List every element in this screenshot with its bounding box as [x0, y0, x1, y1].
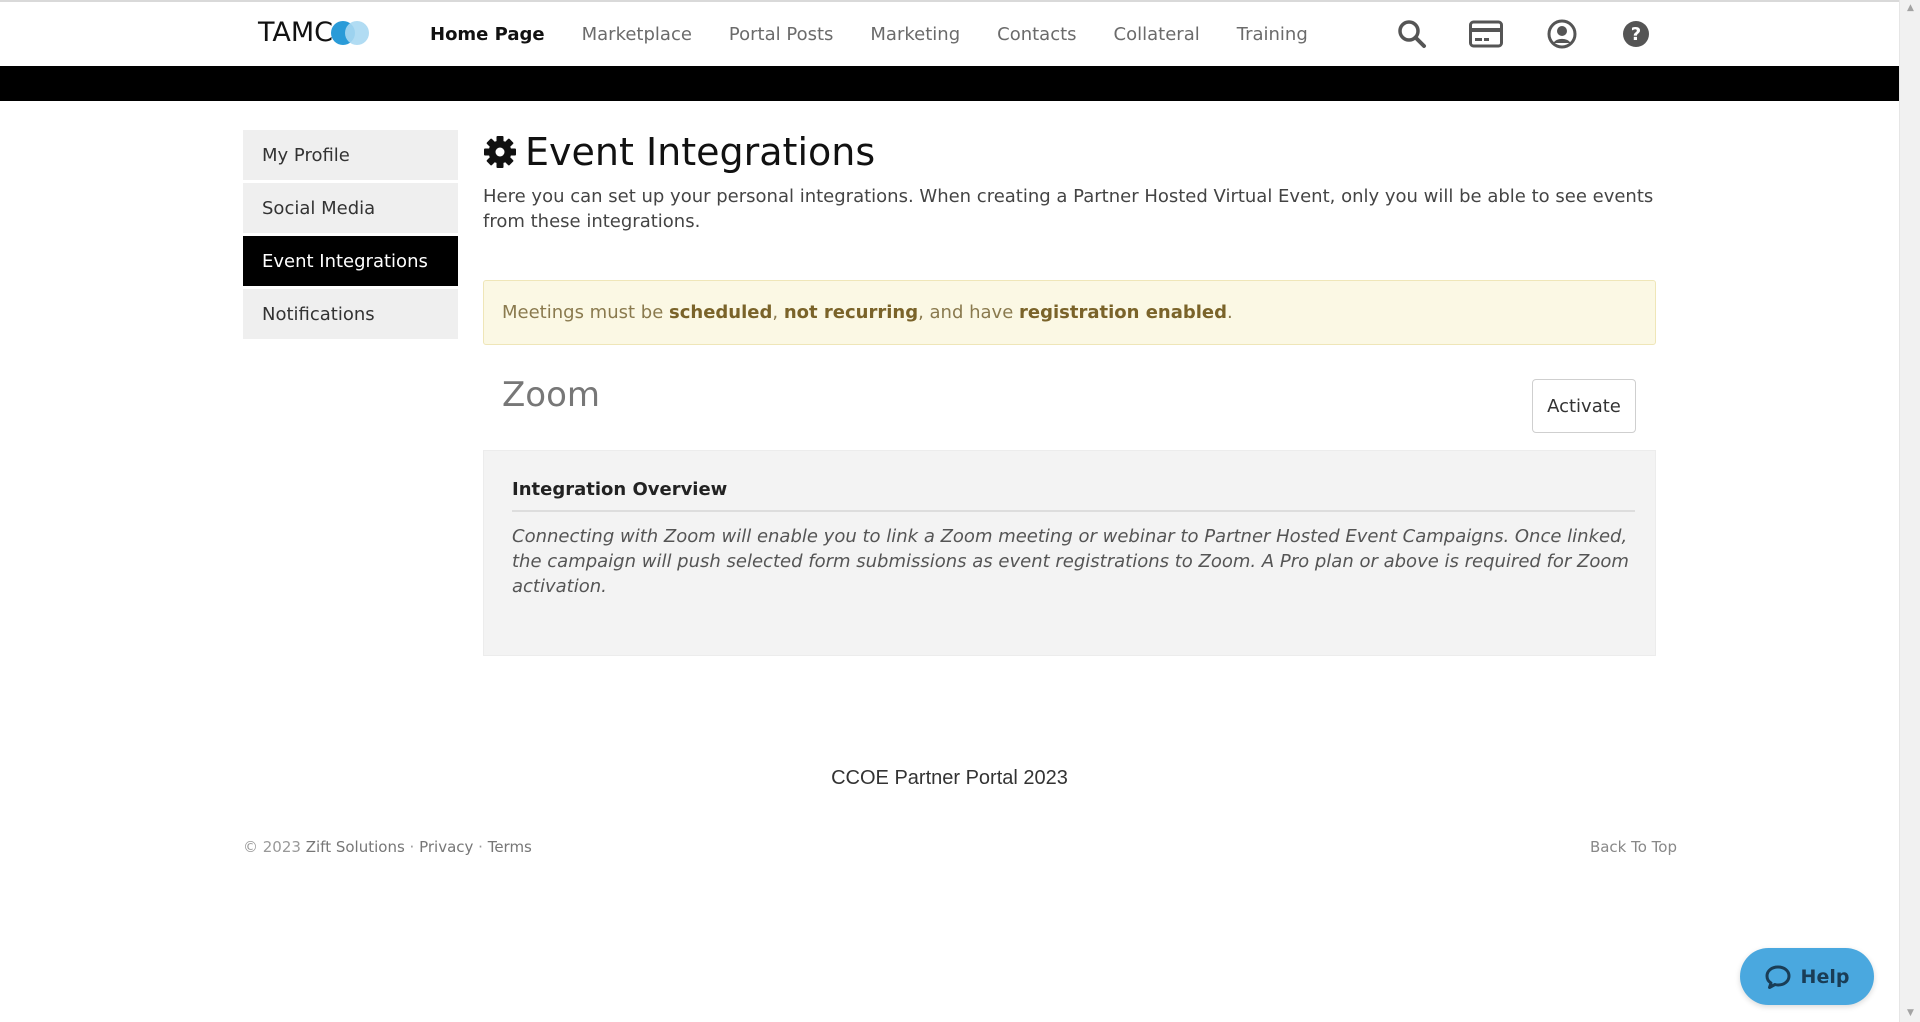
profile-sidebar: My Profile Social Media Event Integratio… — [243, 130, 458, 342]
nav-portal-posts[interactable]: Portal Posts — [729, 24, 833, 45]
footer-copyright: © 2023 Zift Solutions · Privacy · Terms — [243, 838, 532, 856]
user-icon[interactable] — [1545, 17, 1579, 51]
nav-marketplace[interactable]: Marketplace — [582, 24, 692, 45]
footer-separator: · — [404, 838, 420, 856]
sidebar-item-event-integrations[interactable]: Event Integrations — [243, 236, 458, 286]
nav-training[interactable]: Training — [1237, 24, 1308, 45]
nav-home-page[interactable]: Home Page — [430, 24, 545, 45]
company-link[interactable]: Zift Solutions — [306, 838, 405, 856]
header-black-bar — [0, 66, 1899, 101]
header-icons: ? — [1395, 2, 1653, 66]
requirements-alert: Meetings must be scheduled, not recurrin… — [483, 280, 1656, 345]
integration-name: Zoom — [502, 375, 601, 415]
vertical-scrollbar[interactable]: ▲ ▼ — [1899, 0, 1920, 1022]
privacy-link[interactable]: Privacy — [419, 838, 473, 856]
nav-marketing[interactable]: Marketing — [870, 24, 960, 45]
scroll-up-icon[interactable]: ▲ — [1900, 0, 1920, 17]
nav-collateral[interactable]: Collateral — [1114, 24, 1200, 45]
sidebar-item-my-profile[interactable]: My Profile — [243, 130, 458, 180]
main-nav: Home Page Marketplace Portal Posts Marke… — [430, 2, 1345, 66]
help-icon[interactable]: ? — [1619, 17, 1653, 51]
integration-header: Zoom Activate — [483, 345, 1656, 450]
credit-card-icon[interactable] — [1469, 17, 1503, 51]
brand-logo[interactable]: TAMC — [258, 12, 371, 52]
alert-text-sep: , — [772, 302, 784, 323]
page-title-row: Event Integrations — [483, 128, 1656, 176]
nav-contacts[interactable]: Contacts — [997, 24, 1076, 45]
top-navbar: TAMC Home Page Marketplace Portal Posts … — [0, 2, 1899, 66]
page-description: Here you can set up your personal integr… — [483, 186, 1654, 232]
footer-separator: · — [473, 838, 488, 856]
alert-bold-scheduled: scheduled — [669, 302, 773, 323]
help-label: Help — [1800, 965, 1850, 988]
copyright-text: © 2023 — [243, 838, 301, 856]
page-title: Event Integrations — [525, 130, 876, 174]
terms-link[interactable]: Terms — [488, 838, 532, 856]
svg-text:?: ? — [1631, 24, 1641, 45]
gear-icon — [484, 136, 516, 168]
scroll-down-icon[interactable]: ▼ — [1900, 1005, 1920, 1022]
logo-text: TAMC — [258, 16, 334, 48]
integration-overview-panel: Integration Overview Connecting with Zoo… — [483, 450, 1656, 656]
footer-portal-name: CCOE Partner Portal 2023 — [831, 767, 1068, 789]
overview-text: Connecting with Zoom will enable you to … — [512, 526, 1629, 597]
help-chat-button[interactable]: Help — [1740, 948, 1874, 1005]
sidebar-item-social-media[interactable]: Social Media — [243, 183, 458, 233]
activate-button[interactable]: Activate — [1532, 379, 1636, 433]
chat-bubble-icon — [1765, 965, 1791, 989]
alert-text-prefix: Meetings must be — [502, 302, 669, 323]
search-icon[interactable] — [1395, 17, 1429, 51]
overview-title: Integration Overview — [512, 479, 1635, 512]
sidebar-item-notifications[interactable]: Notifications — [243, 289, 458, 339]
back-to-top-link[interactable]: Back To Top — [1590, 838, 1677, 856]
alert-bold-not-recurring: not recurring — [783, 302, 919, 323]
logo-circles-icon — [331, 19, 371, 45]
alert-text-suffix: . — [1227, 302, 1233, 323]
main-content: Event Integrations Here you can set up y… — [483, 128, 1656, 656]
alert-bold-registration: registration enabled — [1019, 302, 1228, 323]
alert-text-mid: , and have — [918, 302, 1019, 323]
